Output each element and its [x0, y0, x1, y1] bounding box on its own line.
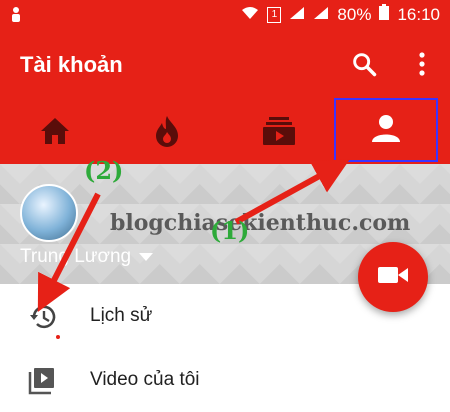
clock: 16:10 — [397, 4, 440, 24]
status-bar: 1 80% 16:10 — [0, 0, 450, 28]
tab-bar — [0, 98, 450, 164]
watermark: blogchiasekienthuc.com — [110, 210, 411, 236]
my-videos-icon — [28, 366, 58, 396]
subscriptions-icon — [263, 116, 295, 150]
battery-icon — [379, 4, 390, 25]
list-item-label: Video của tôi — [90, 369, 200, 390]
tab-trending[interactable] — [112, 102, 222, 164]
battery-percent: 80% — [337, 4, 372, 24]
wifi-icon — [241, 5, 259, 25]
library-list: Lịch sử Video của tôi — [0, 284, 450, 412]
user-name: Trung Lương — [20, 246, 132, 267]
annotation-label-1: (1) — [210, 216, 250, 245]
tab-account[interactable] — [334, 98, 438, 162]
list-item-my-videos[interactable]: Video của tôi — [0, 348, 450, 412]
list-item-history[interactable]: Lịch sử — [0, 284, 450, 348]
home-icon — [39, 116, 71, 151]
app-bar: Tài khoản — [0, 28, 450, 102]
more-vert-icon[interactable] — [415, 50, 429, 83]
signal-icon-2 — [313, 5, 329, 25]
search-icon[interactable] — [350, 50, 378, 83]
avatar[interactable] — [20, 184, 78, 242]
notification-icon — [10, 6, 22, 27]
annotation-label-2: (2) — [84, 156, 124, 185]
account-icon — [371, 113, 401, 148]
status-icons: 1 80% 16:10 — [241, 4, 440, 25]
account-switcher[interactable]: Trung Lương — [20, 246, 154, 268]
page-title: Tài khoản — [20, 52, 123, 77]
sim-badge: 1 — [267, 6, 282, 23]
signal-icon — [289, 5, 305, 25]
history-icon — [28, 302, 58, 332]
trending-icon — [154, 115, 180, 152]
tab-home[interactable] — [0, 102, 110, 164]
list-item-label: Lịch sử — [90, 305, 153, 326]
tab-subscriptions[interactable] — [224, 102, 334, 164]
dropdown-arrow-icon — [139, 246, 154, 268]
